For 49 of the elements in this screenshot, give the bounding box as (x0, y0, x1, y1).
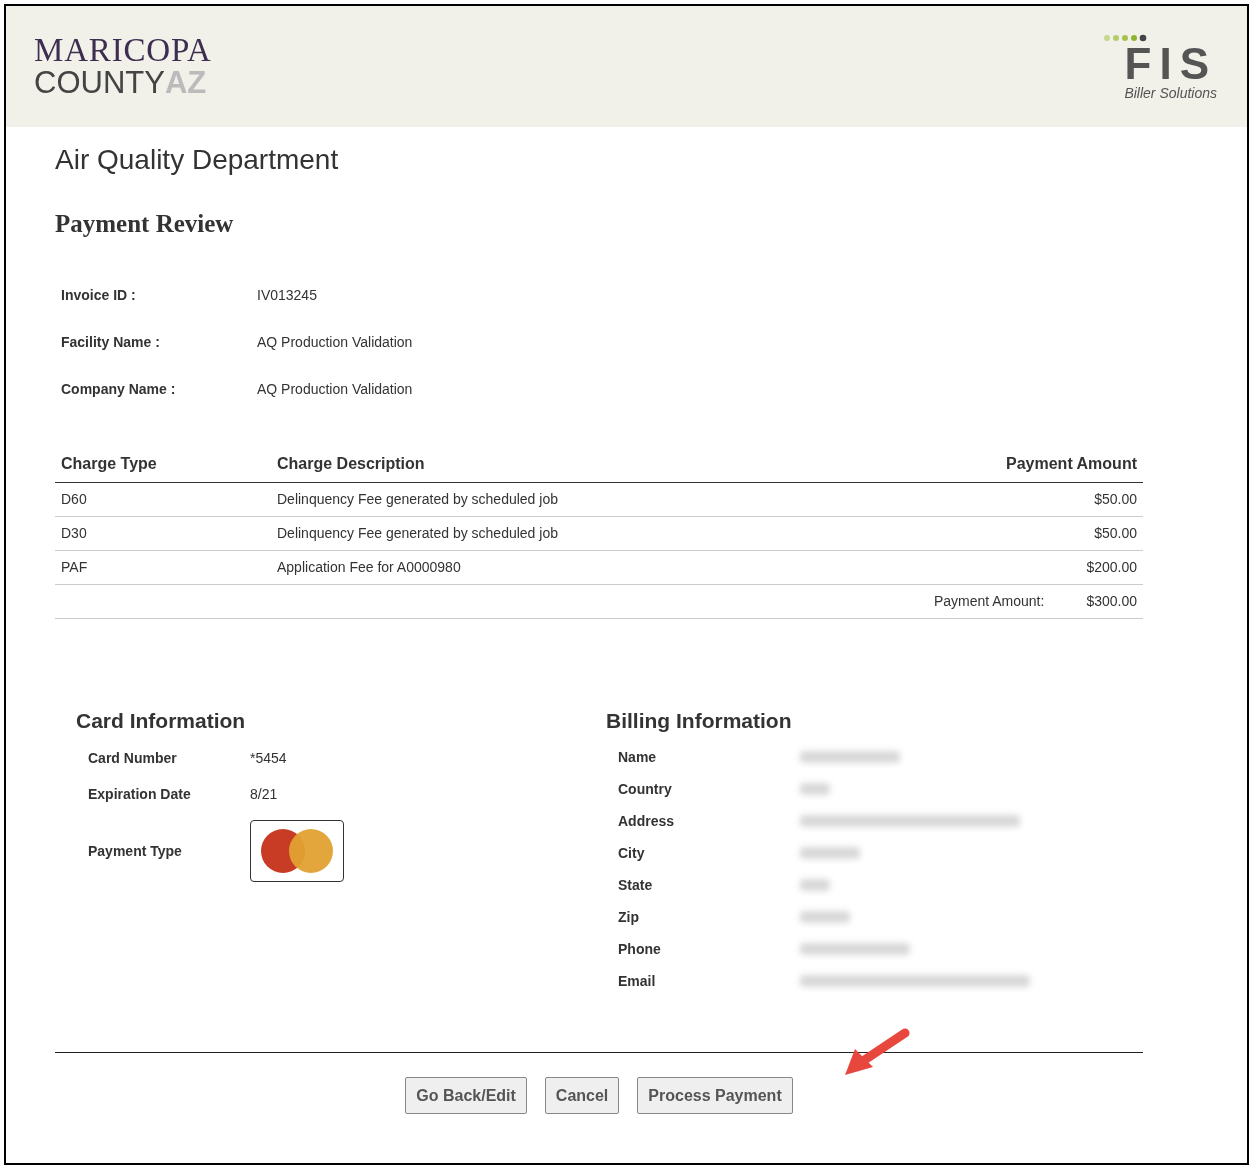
column-header: Charge Description (277, 453, 426, 474)
field-value: AQ Production Validation (257, 332, 413, 352)
section-title: Billing Information (606, 708, 792, 732)
column-header: Payment Amount (1006, 453, 1137, 474)
total-value: $300.00 (1086, 591, 1137, 611)
table-cell-text: D30 (61, 523, 88, 543)
column-header: Charge Type (61, 453, 158, 474)
field-label: Country (618, 779, 673, 799)
table-cell-text: Application Fee for A0000980 (277, 557, 462, 577)
field-label: City (618, 843, 646, 863)
field-label: Facility Name : (61, 332, 161, 352)
action-button[interactable]: Cancel (544, 1077, 620, 1114)
action-button[interactable]: Process Payment (637, 1077, 793, 1114)
table-cell-text: Delinquency Fee generated by scheduled job (277, 523, 559, 543)
action-button[interactable]: Go Back/Edit (405, 1077, 527, 1114)
redacted-value (800, 911, 850, 923)
field-label: Phone (618, 939, 662, 959)
redacted-value (800, 847, 860, 859)
table-cell-text: $50.00 (1094, 489, 1137, 509)
table-cell-text: Delinquency Fee generated by scheduled job (277, 489, 559, 509)
vendor-logo-text: FIS (1124, 42, 1217, 86)
field-label: Address (618, 811, 676, 831)
field-label: Name (618, 747, 658, 767)
county-logo-text: MARICOPA (34, 34, 212, 67)
field-label: Invoice ID : (61, 285, 137, 305)
page-title: Payment Review (55, 209, 235, 239)
county-logo-text: COUNTY (34, 67, 165, 98)
field-label: Email (618, 971, 657, 991)
department-name: Air Quality Department (55, 143, 340, 177)
field-value: 8/21 (250, 785, 278, 804)
vendor-tagline: Biller Solutions (1124, 86, 1217, 100)
table-cell-text: PAF (61, 557, 89, 577)
redacted-value (800, 783, 830, 795)
field-label: State (618, 875, 654, 895)
table-cell-text: $200.00 (1086, 557, 1137, 577)
field-value: *5454 (250, 749, 287, 768)
table-cell-text: D60 (61, 489, 88, 509)
field-label: Expiration Date (88, 785, 192, 804)
field-label: Card Number (88, 749, 178, 768)
total-label: Payment Amount: (933, 591, 1045, 611)
overlapping-circles-icon (261, 828, 333, 874)
field-value: AQ Production Validation (257, 379, 413, 399)
field-label: Payment Type (88, 841, 183, 861)
field-label: Zip (618, 907, 640, 927)
redacted-value (800, 879, 830, 891)
table-cell-text: $50.00 (1094, 523, 1137, 543)
field-value: IV013245 (257, 285, 317, 305)
section-title: Card Information (76, 708, 246, 732)
field-label: Company Name : (61, 379, 177, 399)
